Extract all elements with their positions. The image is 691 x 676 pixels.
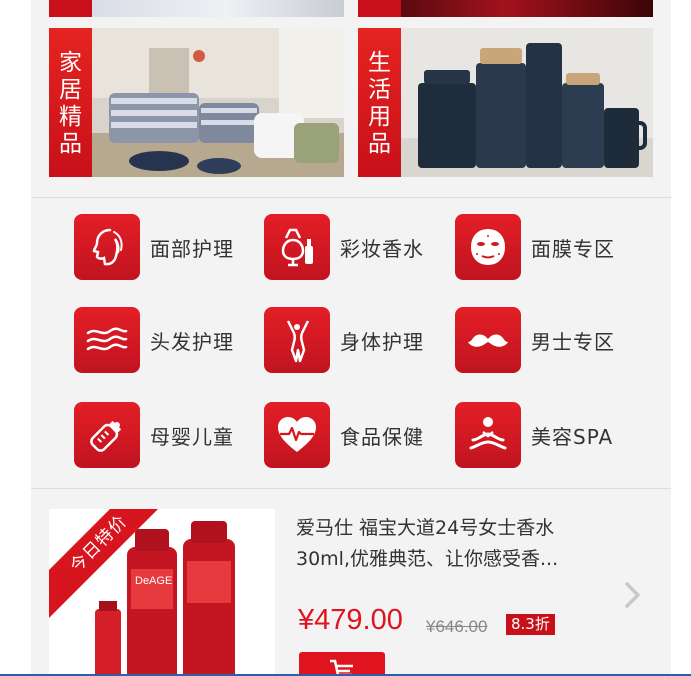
banner-home-label: 家居精品 <box>59 50 82 157</box>
heart-pulse-icon <box>264 402 330 468</box>
mustache-icon <box>455 307 521 373</box>
category-mother-baby[interactable]: 母婴儿童 <box>74 402 264 468</box>
product-title-line1: 爱马仕 福宝大道24号女士香水 <box>296 517 555 539</box>
category-hair-care[interactable]: 头发护理 <box>74 307 264 373</box>
category-makeup-perfume[interactable]: 彩妆香水 <box>264 214 454 280</box>
discount-badge: 8.3折 <box>506 614 555 635</box>
banner-life-tag: 生活用品 <box>358 28 401 177</box>
banner-life-label: 生活用品 <box>368 50 391 157</box>
product-image[interactable]: DeAGE 今日特价 <box>49 509 275 676</box>
living-room-photo <box>49 28 344 177</box>
category-label: 男士专区 <box>531 329 615 354</box>
tea-set-photo <box>358 28 653 177</box>
section-divider <box>31 197 671 198</box>
category-label: 面部护理 <box>150 236 234 261</box>
category-beauty-spa[interactable]: 美容SPA <box>455 402 645 468</box>
category-body-care[interactable]: 身体护理 <box>264 307 454 373</box>
banner-home-tag: 家居精品 <box>49 28 92 177</box>
perfume-icon <box>264 214 330 280</box>
banner-daily-goods[interactable]: 生活用品 <box>358 28 653 177</box>
product-title-line2: 30ml,优雅典范、让你感受香... <box>296 548 559 570</box>
face-icon <box>74 214 140 280</box>
category-label: 美容SPA <box>531 424 614 449</box>
product-title[interactable]: 爱马仕 福宝大道24号女士香水 30ml,优雅典范、让你感受香... <box>296 513 606 575</box>
category-face-mask[interactable]: 面膜专区 <box>455 214 645 280</box>
category-label: 母婴儿童 <box>150 424 234 449</box>
category-men[interactable]: 男士专区 <box>455 307 645 373</box>
banner-home-goods[interactable]: 家居精品 <box>49 28 344 177</box>
section-divider <box>31 488 671 489</box>
category-label: 身体护理 <box>340 329 424 354</box>
mask-icon <box>455 214 521 280</box>
baby-bottle-icon <box>74 402 140 468</box>
add-to-cart-button[interactable] <box>299 652 385 676</box>
daily-special-ribbon: 今日特价 <box>49 509 159 619</box>
banner-top-right[interactable] <box>358 0 653 17</box>
category-label: 食品保健 <box>340 424 424 449</box>
category-label: 彩妆香水 <box>340 236 424 261</box>
product-original-price: ¥646.00 <box>426 617 488 636</box>
chevron-right-icon[interactable] <box>619 580 645 610</box>
category-face-care[interactable]: 面部护理 <box>74 214 264 280</box>
page: 家居精品 生活用品 面部护理 彩妆香水 面膜专区 头发护理 身体护理 男士专区 … <box>31 0 671 676</box>
ribbon-label: 今日特价 <box>49 509 159 619</box>
category-label: 面膜专区 <box>531 236 615 261</box>
banner-top-left[interactable] <box>49 0 344 17</box>
body-icon <box>264 307 330 373</box>
product-price: ¥479.00 <box>298 604 403 636</box>
hair-icon <box>74 307 140 373</box>
spa-icon <box>455 402 521 468</box>
category-food-health[interactable]: 食品保健 <box>264 402 454 468</box>
category-label: 头发护理 <box>150 329 234 354</box>
